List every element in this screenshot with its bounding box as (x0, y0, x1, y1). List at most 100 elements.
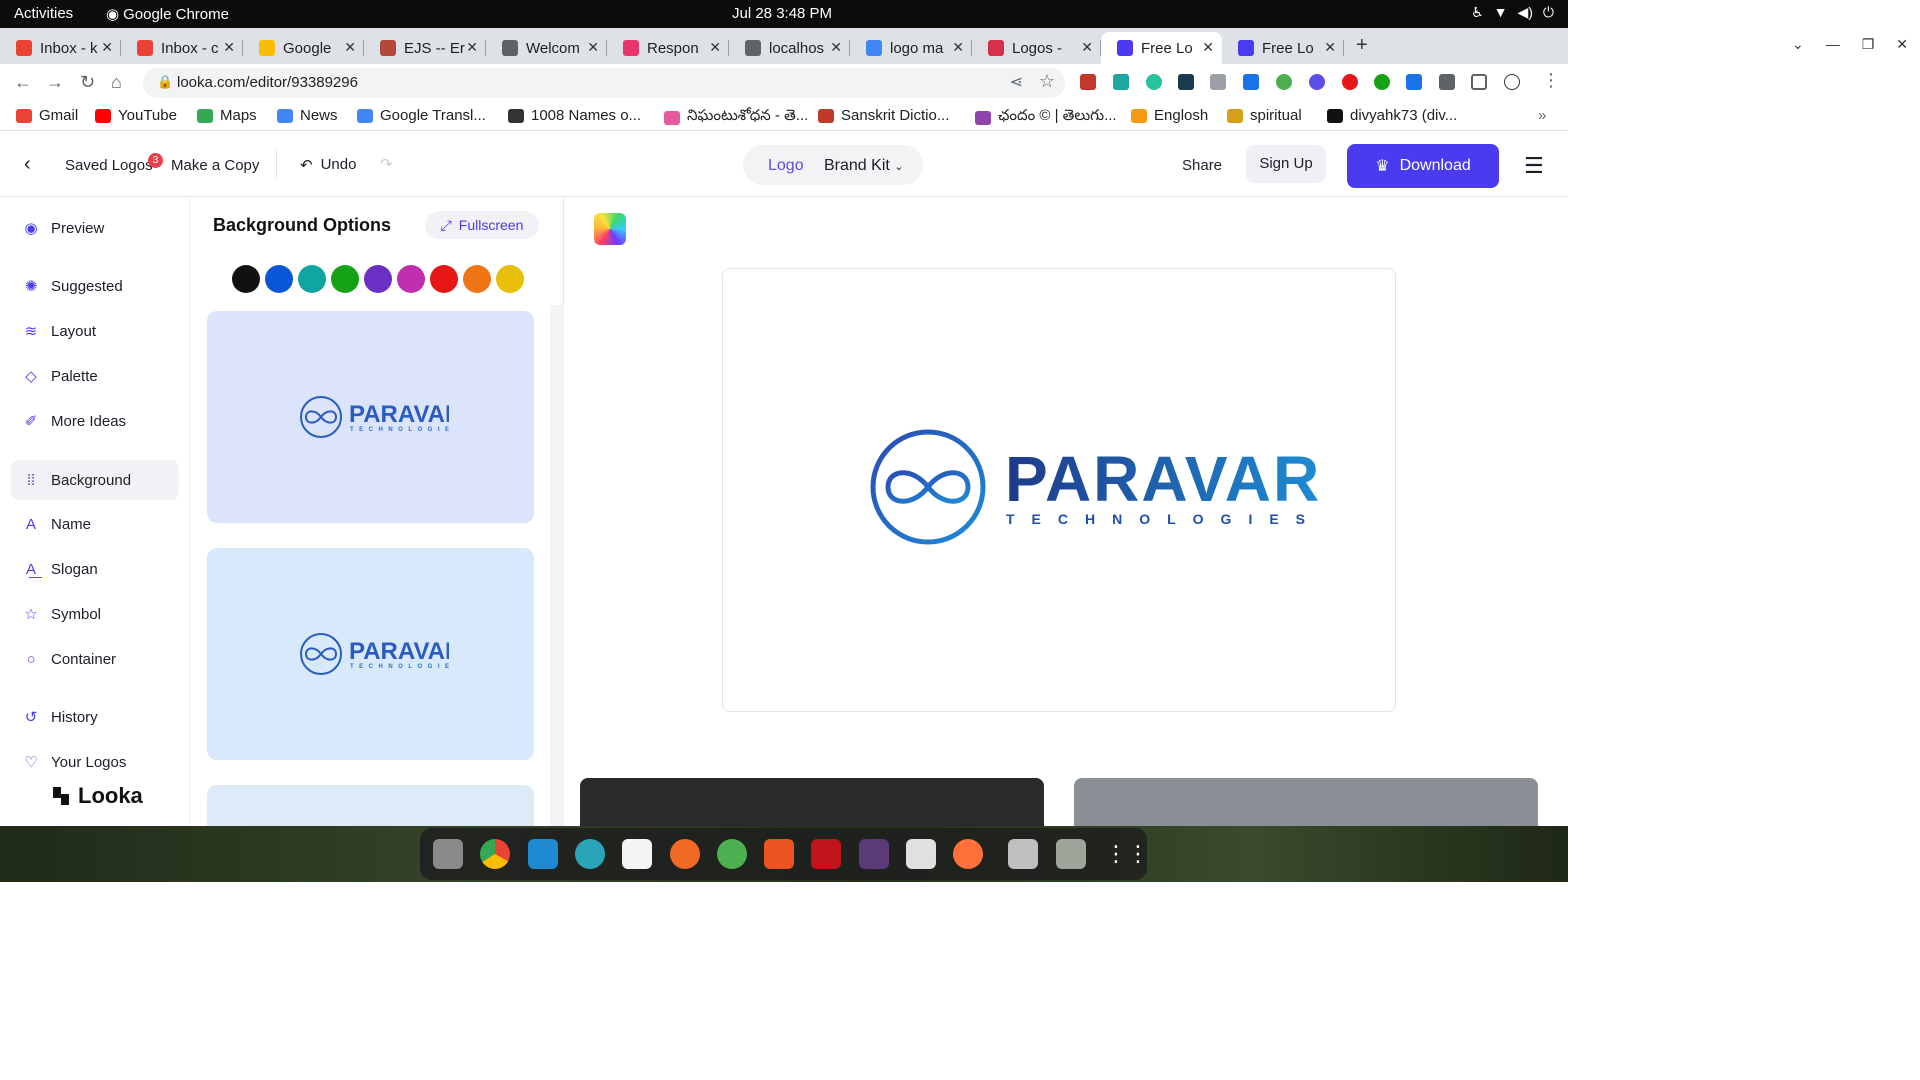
bookmark-item[interactable]: 1008 Names o... (508, 107, 641, 124)
color-swatch[interactable] (331, 265, 359, 293)
firefox-icon[interactable] (953, 839, 983, 869)
tab-11[interactable]: Free Lo ✕ (1222, 32, 1344, 64)
sidebar-item-your-logos[interactable]: ♡ Your Logos (11, 742, 179, 782)
vue-devtools-icon[interactable] (1210, 74, 1226, 90)
close-tab-icon[interactable]: ✕ (709, 39, 721, 56)
close-tab-icon[interactable]: ✕ (344, 39, 356, 56)
bookmark-item[interactable]: Englosh (1131, 107, 1208, 124)
hamburger-menu-icon[interactable]: ☰ (1524, 153, 1544, 179)
color-swatch[interactable] (463, 265, 491, 293)
image-viewer-icon[interactable] (1008, 839, 1038, 869)
vscode-icon[interactable] (528, 839, 558, 869)
chrome-icon[interactable] (480, 839, 510, 869)
close-tab-icon[interactable]: ✕ (1081, 39, 1093, 56)
tab-8[interactable]: logo ma ✕ (850, 32, 972, 64)
close-tab-icon[interactable]: ✕ (101, 39, 113, 56)
side-panel-icon[interactable] (1471, 74, 1487, 90)
redo-icon[interactable]: ↷ (380, 155, 393, 173)
forward-icon[interactable]: → (46, 72, 64, 93)
bookmark-item[interactable]: YouTube (95, 107, 177, 124)
video-icon[interactable] (859, 839, 889, 869)
minimize-icon[interactable]: — (1826, 36, 1840, 53)
close-tab-icon[interactable]: ✕ (1202, 39, 1214, 56)
color-picker-icon[interactable] (594, 213, 626, 245)
color-swatch[interactable] (364, 265, 392, 293)
trash-icon[interactable] (1056, 839, 1086, 869)
new-tab-button[interactable]: + (1356, 34, 1368, 57)
zoom-icon[interactable] (1406, 74, 1422, 90)
logo-preview-frame[interactable]: PARAVAR TECHNOLOGIES (722, 268, 1396, 712)
tab-6[interactable]: Respon ✕ (607, 32, 729, 64)
color-swatch[interactable] (298, 265, 326, 293)
system-tray[interactable]: ♿ ▼ ◀) ⏻ (1471, 4, 1554, 21)
tab-5[interactable]: Welcom ✕ (486, 32, 607, 64)
software-center-icon[interactable] (764, 839, 794, 869)
make-copy-button[interactable]: Make a Copy (171, 157, 259, 174)
looka-logo[interactable]: Looka (50, 783, 143, 809)
back-chevron-icon[interactable]: ‹ (24, 153, 31, 176)
close-tab-icon[interactable]: ✕ (952, 39, 964, 56)
sidebar-item-slogan[interactable]: A͟ Slogan (11, 549, 179, 589)
sidebar-item-name[interactable]: A Name (11, 504, 179, 544)
tab-logo[interactable]: Logo (768, 157, 804, 175)
close-tab-icon[interactable]: ✕ (466, 39, 478, 56)
extension-icon[interactable] (1342, 74, 1358, 90)
sidebar-item-preview[interactable]: ◉ Preview (11, 208, 179, 248)
extension-icon[interactable] (1374, 74, 1390, 90)
address-bar[interactable]: 🔒 looka.com/editor/93389296 ⋖ ☆ (143, 68, 1065, 98)
tab-1[interactable]: Inbox - k ✕ (0, 32, 121, 64)
react-devtools-icon[interactable] (1178, 74, 1194, 90)
show-apps-icon[interactable]: ⋮⋮ (1105, 839, 1149, 869)
reload-icon[interactable]: ↻ (80, 72, 95, 93)
bookmark-item[interactable]: divyahk73 (div... (1327, 107, 1457, 124)
undo-button[interactable]: ↶ Undo (300, 156, 356, 174)
tab-4[interactable]: EJS -- Er ✕ (364, 32, 486, 64)
download-button[interactable]: ♛ Download (1347, 144, 1499, 188)
close-tab-icon[interactable]: ✕ (830, 39, 842, 56)
share-page-icon[interactable]: ⋖ (1010, 72, 1023, 92)
sidebar-item-palette[interactable]: ◇ Palette (11, 356, 179, 396)
home-icon[interactable]: ⌂ (111, 72, 122, 93)
bookmark-star-icon[interactable]: ☆ (1039, 71, 1055, 92)
clock[interactable]: Jul 28 3:48 PM (732, 5, 832, 22)
maximize-icon[interactable]: ❐ (1862, 36, 1875, 53)
sign-up-button[interactable]: Sign Up (1246, 145, 1326, 183)
color-swatch[interactable] (232, 265, 260, 293)
app-icon[interactable] (717, 839, 747, 869)
bookmark-item[interactable]: ఛందం © | తెలుగు... (975, 107, 1117, 128)
tab-10[interactable]: Free Lo ✕ (1101, 32, 1222, 64)
sidebar-item-background[interactable]: ⁞⁞ Background (11, 460, 179, 500)
close-tab-icon[interactable]: ✕ (223, 39, 235, 56)
bookmark-item[interactable]: Gmail (16, 107, 78, 124)
background-option-card[interactable]: PARAVARTECHNOLOGIES (207, 548, 534, 760)
bookmark-item[interactable]: Sanskrit Dictio... (818, 107, 949, 124)
sidebar-item-history[interactable]: ↺ History (11, 697, 179, 737)
app-menu[interactable]: ◉ Google Chrome (106, 5, 229, 24)
close-window-icon[interactable]: ✕ (1896, 36, 1908, 53)
sidebar-item-suggested[interactable]: ✺ Suggested (11, 266, 179, 306)
sidebar-item-container[interactable]: ○ Container (11, 639, 179, 679)
mockup-card-dark[interactable] (580, 778, 1044, 826)
mockup-card-phone[interactable] (1074, 778, 1538, 826)
extensions-puzzle-icon[interactable] (1439, 74, 1455, 90)
saved-logos-link[interactable]: Saved Logos (65, 157, 153, 174)
activities-button[interactable]: Activities (14, 5, 73, 22)
bookmark-item[interactable]: spiritual (1227, 107, 1302, 124)
background-option-card[interactable]: PARAVARTECHNOLOGIES (207, 785, 534, 826)
lock-icon[interactable]: 🔒 (157, 74, 173, 90)
bookmark-item[interactable]: నిఘంటుశోధన - తె... (664, 107, 808, 128)
tab-7[interactable]: localhos ✕ (729, 32, 850, 64)
back-icon[interactable]: ← (14, 72, 32, 93)
panel-scrollbar[interactable] (550, 305, 564, 826)
tab-3[interactable]: Google ✕ (243, 32, 364, 64)
app-icon[interactable] (575, 839, 605, 869)
app-icon[interactable] (906, 839, 936, 869)
accessibility-icon[interactable]: ♿ (1471, 4, 1484, 21)
extension-icon[interactable] (1309, 74, 1325, 90)
sidebar-item-symbol[interactable]: ☆ Symbol (11, 594, 179, 634)
profile-avatar[interactable] (1504, 74, 1520, 90)
share-button[interactable]: Share (1182, 157, 1222, 174)
bookmark-item[interactable]: Maps (197, 107, 257, 124)
sidebar-item-layout[interactable]: ≋ Layout (11, 311, 179, 351)
extension-icon[interactable] (1113, 74, 1129, 90)
